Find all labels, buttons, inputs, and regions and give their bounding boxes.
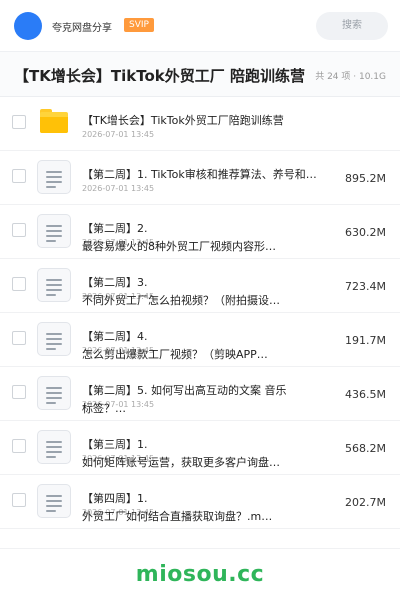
item-size: 895.2M	[345, 172, 386, 185]
select-checkbox[interactable]	[12, 439, 26, 453]
item-size: 436.5M	[345, 388, 386, 401]
select-checkbox[interactable]	[12, 277, 26, 291]
select-checkbox[interactable]	[12, 493, 26, 507]
list-item-file[interactable]: 【第二周】4. 2026-07-01 13:45 怎么剪出爆款工厂视频？（剪映A…	[0, 313, 400, 367]
item-size: 723.4M	[345, 280, 386, 293]
item-name-line2: 如何矩阵账号运营，获取更多客户询盘…	[82, 456, 280, 469]
search-button[interactable]: 搜索	[316, 12, 388, 40]
document-icon	[37, 268, 71, 302]
item-date: 2026-07-01 13:45	[82, 130, 155, 139]
item-name: 【第四周】1.	[82, 492, 148, 505]
item-date: 2026-07-01 13:45	[82, 184, 155, 193]
document-icon	[37, 430, 71, 464]
item-size: 568.2M	[345, 442, 386, 455]
item-size: 202.7M	[345, 496, 386, 509]
list-item-folder[interactable]: 【TK增长会】TikTok外贸工厂陪跑训练营 2026-07-01 13:45	[0, 97, 400, 151]
list-item-file[interactable]: 【第三周】1. 2026-07-01 13:45 如何矩阵账号运营，获取更多客户…	[0, 421, 400, 475]
document-icon	[37, 214, 71, 248]
item-size: 191.7M	[345, 334, 386, 347]
avatar[interactable]	[14, 12, 42, 40]
list-item-file[interactable]: 【第四周】1. 2026-07-01 13:45 外贸工厂如何结合直播获取询盘？…	[0, 475, 400, 529]
item-count-size: 共 24 项 · 10.1G	[315, 72, 386, 82]
top-header: 夸克网盘分享 SVIP 搜索	[0, 0, 400, 52]
item-name: 【第二周】2.	[82, 222, 148, 235]
divider	[0, 548, 400, 549]
item-name: 【第二周】5. 如何写出高互动的文案 音乐	[82, 384, 287, 397]
folder-icon	[40, 109, 68, 133]
item-name: 【第二周】1. TikTok审核和推荐算法、养号和…	[82, 168, 317, 181]
list-item-file[interactable]: 【第二周】2. 2026-07-01 13:45 最容易爆火的8种外贸工厂视频内…	[0, 205, 400, 259]
select-checkbox[interactable]	[12, 223, 26, 237]
page-title: 【TK增长会】TikTok外贸工厂 陪跑训练营	[14, 67, 305, 85]
item-name-line2: 怎么剪出爆款工厂视频？（剪映APP…	[82, 348, 268, 361]
select-checkbox[interactable]	[12, 385, 26, 399]
svip-badge: SVIP	[124, 18, 154, 32]
item-name: 【TK增长会】TikTok外贸工厂陪跑训练营	[82, 114, 284, 127]
document-icon	[37, 160, 71, 194]
item-name-line2: 外贸工厂如何结合直播获取询盘？.m…	[82, 510, 273, 523]
select-checkbox[interactable]	[12, 115, 26, 129]
document-icon	[37, 376, 71, 410]
item-name-line2: 标签？…	[82, 402, 126, 415]
item-name: 【第三周】1.	[82, 438, 148, 451]
item-name: 【第二周】4.	[82, 330, 148, 343]
document-icon	[37, 322, 71, 356]
item-name-line2: 不同外贸工厂怎么拍视频？（附拍摄设…	[82, 294, 280, 307]
list-item-file[interactable]: 【第二周】3. 2026-07-01 13:45 不同外贸工厂怎么拍视频？（附拍…	[0, 259, 400, 313]
select-checkbox[interactable]	[12, 331, 26, 345]
list-item-file[interactable]: 【第二周】1. TikTok审核和推荐算法、养号和… 2026-07-01 13…	[0, 151, 400, 205]
list-item-file[interactable]: 【第二周】5. 如何写出高互动的文案 音乐 2026-07-01 13:45 标…	[0, 367, 400, 421]
item-size: 630.2M	[345, 226, 386, 239]
document-icon	[37, 484, 71, 518]
select-checkbox[interactable]	[12, 169, 26, 183]
user-name: 夸克网盘分享	[52, 23, 112, 34]
share-title-bar: 【TK增长会】TikTok外贸工厂 陪跑训练营 共 24 项 · 10.1G	[0, 52, 400, 97]
watermark-text: miosou.cc	[135, 562, 265, 587]
item-name-line2: 最容易爆火的8种外贸工厂视频内容形…	[82, 240, 276, 253]
item-name: 【第二周】3.	[82, 276, 148, 289]
